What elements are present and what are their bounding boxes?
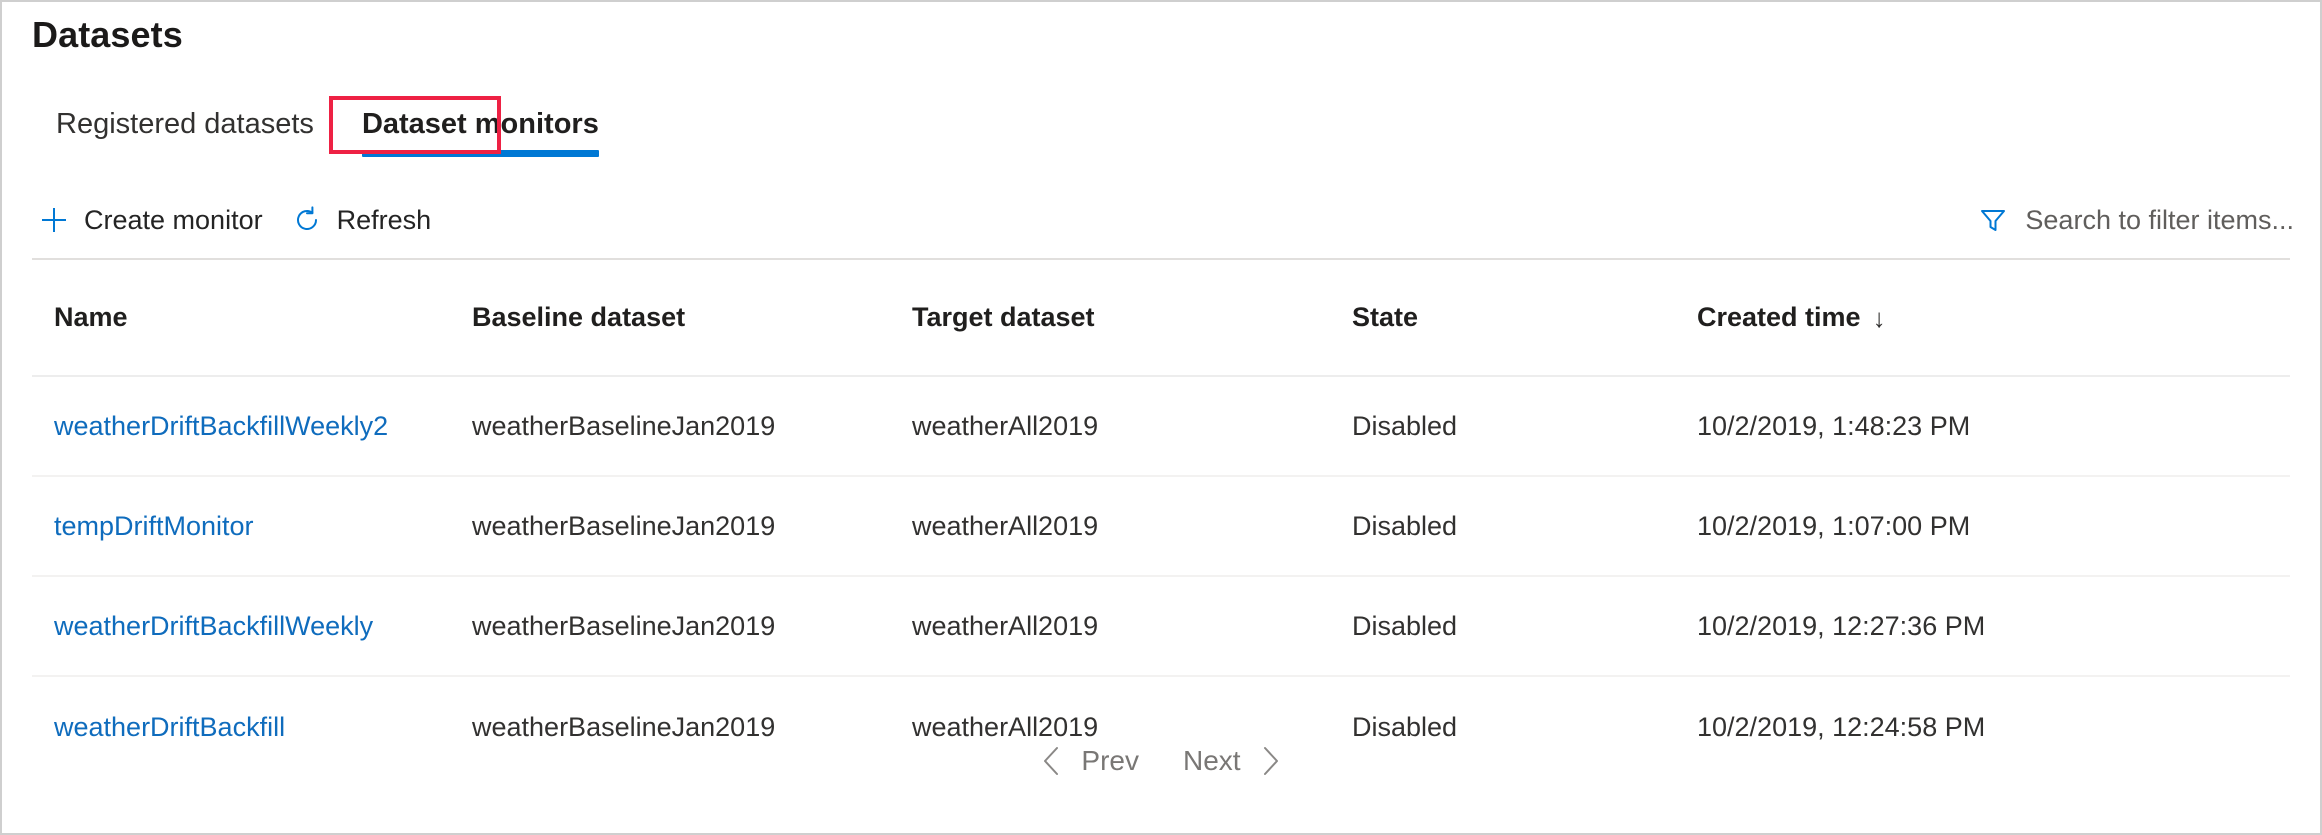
created-time-cell: 10/2/2019, 12:27:36 PM — [1697, 611, 2157, 642]
monitor-name-cell: weatherDriftBackfillWeekly — [32, 611, 472, 642]
monitor-name-cell: tempDriftMonitor — [32, 511, 472, 542]
refresh-button[interactable]: Refresh — [277, 196, 446, 244]
column-header-target-dataset[interactable]: Target dataset — [912, 302, 1352, 333]
monitor-name-link[interactable]: weatherDriftBackfillWeekly — [54, 611, 373, 641]
command-bar-left-group: Create monitor Refresh — [2, 196, 445, 244]
create-monitor-button[interactable]: Create monitor — [24, 196, 277, 244]
tab-registered-datasets-label: Registered datasets — [56, 108, 314, 140]
tab-dataset-monitors[interactable]: Dataset monitors — [338, 98, 623, 157]
filter-icon — [1977, 204, 2009, 236]
pivot-tabs: Registered datasets Dataset monitors — [32, 98, 623, 157]
datasets-page: Datasets Registered datasets Dataset mon… — [0, 0, 2322, 835]
table-body: weatherDriftBackfillWeekly2 weatherBasel… — [32, 377, 2290, 777]
monitor-name-link[interactable]: tempDriftMonitor — [54, 511, 254, 541]
filter-search-box[interactable]: Search to filter items... — [1977, 204, 2320, 236]
tab-registered-datasets[interactable]: Registered datasets — [32, 98, 338, 157]
table-row[interactable]: weatherDriftBackfillWeekly weatherBaseli… — [32, 577, 2290, 677]
baseline-dataset-cell: weatherBaselineJan2019 — [472, 511, 912, 542]
refresh-icon — [291, 204, 323, 236]
column-header-name[interactable]: Name — [32, 302, 472, 333]
sort-descending-icon: ↓ — [1873, 305, 1886, 331]
table-row[interactable]: tempDriftMonitor weatherBaselineJan2019 … — [32, 477, 2290, 577]
prev-page-label: Prev — [1081, 745, 1139, 777]
monitors-table: Name Baseline dataset Target dataset Sta… — [32, 260, 2290, 777]
column-header-target-dataset-label: Target dataset — [912, 302, 1095, 333]
state-cell: Disabled — [1352, 411, 1697, 442]
state-cell: Disabled — [1352, 611, 1697, 642]
refresh-label: Refresh — [337, 205, 432, 236]
column-header-state-label: State — [1352, 302, 1418, 333]
pagination: Prev Next — [2, 737, 2320, 785]
column-header-created-time[interactable]: Created time ↓ — [1697, 302, 2157, 333]
chevron-right-icon — [1257, 745, 1283, 777]
created-time-cell: 10/2/2019, 1:07:00 PM — [1697, 511, 2157, 542]
column-header-name-label: Name — [54, 302, 128, 333]
command-bar: Create monitor Refresh Search to filter … — [2, 182, 2320, 258]
baseline-dataset-cell: weatherBaselineJan2019 — [472, 611, 912, 642]
state-cell: Disabled — [1352, 511, 1697, 542]
table-row[interactable]: weatherDriftBackfillWeekly2 weatherBasel… — [32, 377, 2290, 477]
column-header-baseline-dataset[interactable]: Baseline dataset — [472, 302, 912, 333]
plus-icon — [38, 204, 70, 236]
prev-page-button[interactable]: Prev — [1021, 737, 1157, 785]
next-page-label: Next — [1183, 745, 1241, 777]
column-header-created-time-label: Created time — [1697, 302, 1861, 333]
target-dataset-cell: weatherAll2019 — [912, 611, 1352, 642]
create-monitor-label: Create monitor — [84, 205, 263, 236]
created-time-cell: 10/2/2019, 1:48:23 PM — [1697, 411, 2157, 442]
monitor-name-cell: weatherDriftBackfillWeekly2 — [32, 411, 472, 442]
tab-dataset-monitors-label: Dataset monitors — [362, 108, 599, 140]
chevron-left-icon — [1039, 745, 1065, 777]
monitor-name-link[interactable]: weatherDriftBackfillWeekly2 — [54, 411, 388, 441]
tab-selected-underline — [362, 150, 599, 157]
filter-input-placeholder: Search to filter items... — [2025, 205, 2294, 236]
next-page-button[interactable]: Next — [1165, 737, 1301, 785]
table-header-row: Name Baseline dataset Target dataset Sta… — [32, 260, 2290, 377]
column-header-state[interactable]: State — [1352, 302, 1697, 333]
baseline-dataset-cell: weatherBaselineJan2019 — [472, 411, 912, 442]
target-dataset-cell: weatherAll2019 — [912, 511, 1352, 542]
column-header-baseline-dataset-label: Baseline dataset — [472, 302, 685, 333]
page-title: Datasets — [32, 14, 183, 56]
target-dataset-cell: weatherAll2019 — [912, 411, 1352, 442]
